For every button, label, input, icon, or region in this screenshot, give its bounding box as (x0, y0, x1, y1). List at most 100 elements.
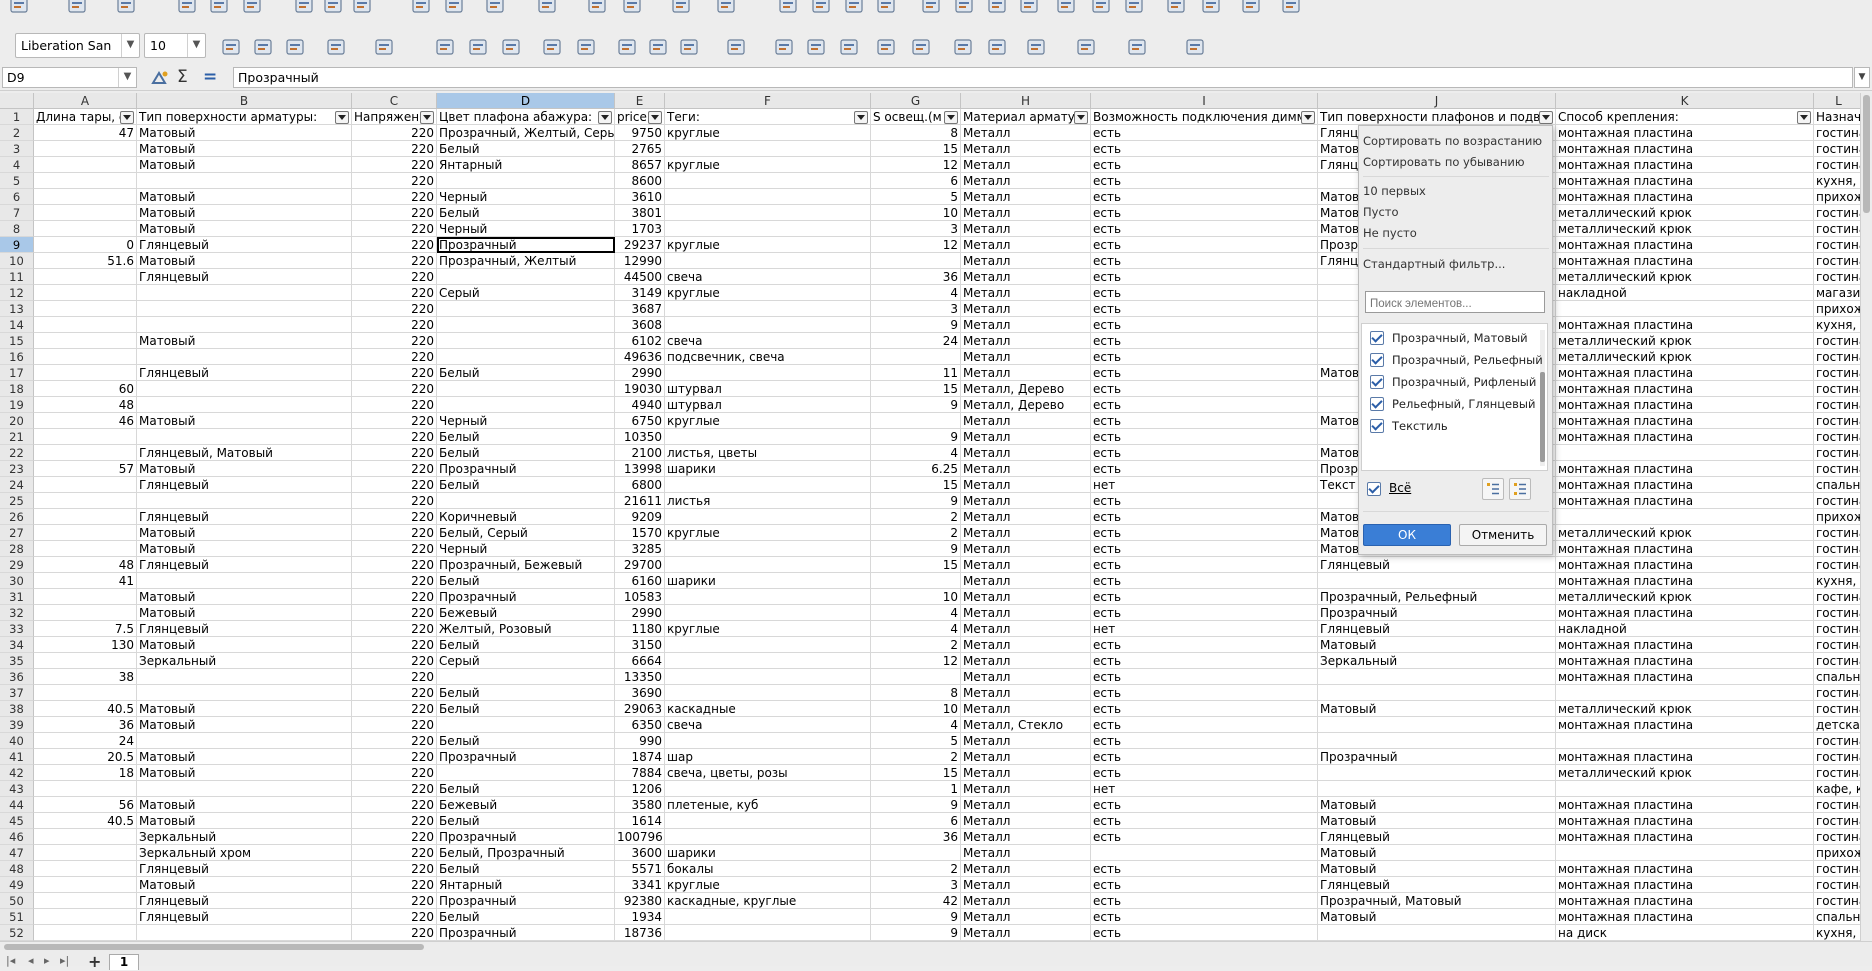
cell-l[interactable]: гостина (1814, 637, 1860, 653)
cell-i[interactable]: нет (1091, 477, 1318, 493)
cell-d[interactable] (437, 349, 615, 365)
freeze-icon[interactable] (1200, 0, 1222, 15)
cell-e[interactable]: 10583 (615, 589, 665, 605)
comment-icon[interactable] (1090, 0, 1112, 15)
cell-l[interactable]: гостина (1814, 125, 1860, 141)
split-window-icon[interactable] (1240, 0, 1262, 15)
cell-i[interactable]: есть (1091, 829, 1318, 845)
cell-k[interactable]: монтажная пластина (1556, 317, 1814, 333)
cell-i[interactable] (1091, 845, 1318, 861)
column-header-j[interactable]: J (1318, 93, 1556, 109)
cell-f[interactable] (665, 589, 871, 605)
cell-h[interactable]: Металл (961, 525, 1091, 541)
row-number[interactable]: 9 (0, 237, 34, 253)
cell-b[interactable]: Матовый (137, 765, 352, 781)
cell-f[interactable]: круглые (665, 621, 871, 637)
cell-d[interactable]: Прозрачный (437, 925, 615, 941)
cell-d[interactable]: Белый (437, 701, 615, 717)
sort-descending-icon[interactable] (843, 0, 865, 15)
cell-b[interactable]: Зеркальный (137, 829, 352, 845)
cell-f[interactable]: круглые (665, 877, 871, 893)
cell-f[interactable]: шарики (665, 573, 871, 589)
cell-b[interactable]: Матовый (137, 701, 352, 717)
underline-icon[interactable] (284, 37, 306, 57)
cell-c[interactable]: 220 (352, 829, 437, 845)
cell-c[interactable]: 220 (352, 621, 437, 637)
cell-h[interactable]: Металл, Дерево (961, 381, 1091, 397)
cell-h[interactable]: Металл (961, 765, 1091, 781)
cell-a[interactable]: 60 (34, 381, 137, 397)
row-number[interactable]: 7 (0, 205, 34, 221)
cell-f[interactable] (665, 813, 871, 829)
cell-g[interactable]: 4 (871, 605, 961, 621)
row-number[interactable]: 3 (0, 141, 34, 157)
cell-b[interactable] (137, 173, 352, 189)
cell-d[interactable]: Белый (437, 861, 615, 877)
cell-k[interactable]: монтажная пластина (1556, 829, 1814, 845)
border-style-icon[interactable] (1075, 37, 1097, 57)
cell-i[interactable]: есть (1091, 429, 1318, 445)
cell-h[interactable]: Металл (961, 461, 1091, 477)
cell-a[interactable] (34, 493, 137, 509)
cell-l[interactable]: гостина (1814, 733, 1860, 749)
cell-k[interactable]: металлический крюк (1556, 205, 1814, 221)
cell-b[interactable]: Матовый (137, 749, 352, 765)
cell-d[interactable]: Прозрачный (437, 589, 615, 605)
special-character-icon[interactable] (1018, 0, 1040, 15)
row-number[interactable]: 46 (0, 829, 34, 845)
cell-k[interactable]: монтажная пластина (1556, 893, 1814, 909)
autofilter-dropdown-icon[interactable] (335, 111, 349, 124)
cell-l[interactable]: гостина (1814, 653, 1860, 669)
cell-d[interactable] (437, 269, 615, 285)
cell-i[interactable]: есть (1091, 749, 1318, 765)
cell-h[interactable]: Металл (961, 909, 1091, 925)
cell-c[interactable]: 220 (352, 381, 437, 397)
standard-filter-item[interactable]: Стандартный фильтр... (1363, 257, 1505, 271)
cell-d[interactable]: Прозрачный (437, 829, 615, 845)
cell-d[interactable]: Черный (437, 541, 615, 557)
cell-c[interactable]: 220 (352, 413, 437, 429)
cell-d[interactable] (437, 173, 615, 189)
cell-b[interactable]: Глянцевый (137, 269, 352, 285)
cell-e[interactable]: 3580 (615, 797, 665, 813)
cell-h[interactable]: Металл, Дерево (961, 397, 1091, 413)
cell-b[interactable]: Матовый (137, 589, 352, 605)
cell-i[interactable]: есть (1091, 397, 1318, 413)
cell-h[interactable]: Металл (961, 733, 1091, 749)
column-header-a[interactable]: A (34, 93, 137, 109)
cell-c[interactable]: 220 (352, 493, 437, 509)
cell-g[interactable]: 9 (871, 797, 961, 813)
cell-a[interactable]: 51.6 (34, 253, 137, 269)
cell-i[interactable]: есть (1091, 157, 1318, 173)
cell-e[interactable]: 29063 (615, 701, 665, 717)
cell-i[interactable]: есть (1091, 541, 1318, 557)
cell-b[interactable]: Глянцевый (137, 477, 352, 493)
cell-k[interactable]: монтажная пластина (1556, 605, 1814, 621)
cell-k[interactable]: монтажная пластина (1556, 125, 1814, 141)
cell-b[interactable]: Глянцевый (137, 365, 352, 381)
cell-l[interactable]: гостина (1814, 493, 1860, 509)
cell-i[interactable]: есть (1091, 701, 1318, 717)
cell-k[interactable]: накладной (1556, 285, 1814, 301)
cell-a[interactable]: 40.5 (34, 813, 137, 829)
expand-formula-icon[interactable]: ▼ (1854, 67, 1870, 88)
checkbox-checked[interactable] (1370, 353, 1384, 367)
cell-l[interactable]: гостина (1814, 797, 1860, 813)
clone-format-icon[interactable] (410, 0, 432, 15)
cell-i[interactable]: есть (1091, 253, 1318, 269)
cell-h[interactable]: Металл (961, 189, 1091, 205)
cell-c[interactable]: 220 (352, 317, 437, 333)
cell-b[interactable] (137, 429, 352, 445)
cell-b[interactable]: Матовый (137, 189, 352, 205)
cell-h[interactable]: Металл (961, 269, 1091, 285)
cell-a[interactable] (34, 509, 137, 525)
cell-g[interactable]: 9 (871, 397, 961, 413)
cell-c[interactable]: 220 (352, 429, 437, 445)
cell-a[interactable] (34, 157, 137, 173)
row-number[interactable]: 50 (0, 893, 34, 909)
cell-c[interactable]: 220 (352, 189, 437, 205)
list-scrollbar[interactable] (1540, 330, 1545, 466)
cell-i[interactable]: есть (1091, 221, 1318, 237)
cell-k[interactable]: монтажная пластина (1556, 653, 1814, 669)
cell-g[interactable]: 15 (871, 557, 961, 573)
